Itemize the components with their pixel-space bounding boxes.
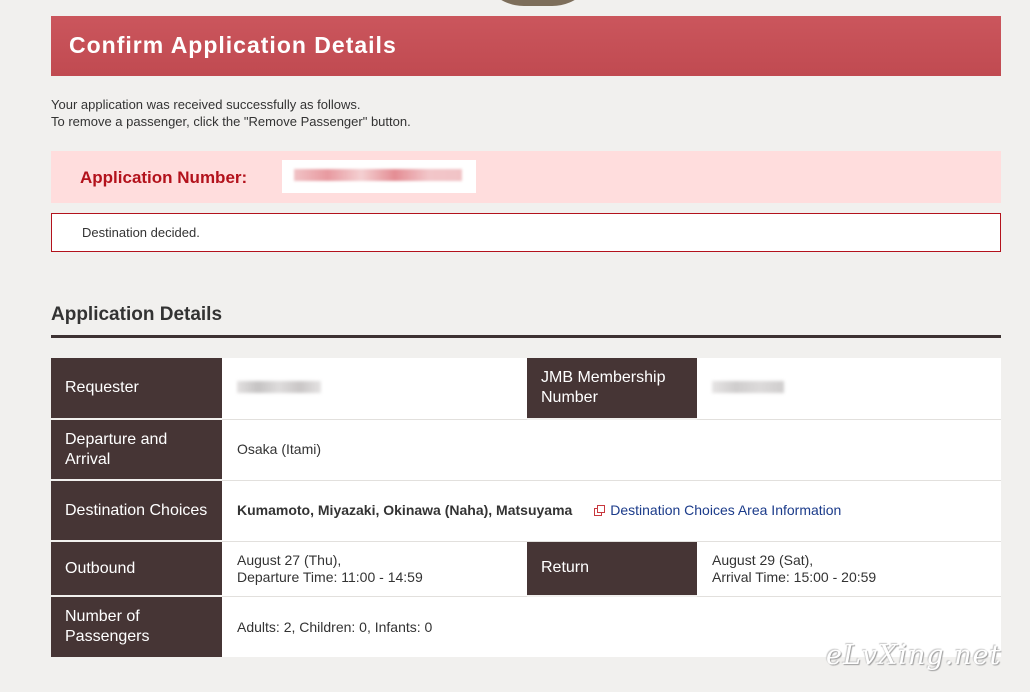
- section-divider: [51, 335, 1001, 338]
- jmb-membership-value: [697, 358, 1001, 420]
- passengers-label: Number of Passengers: [51, 596, 222, 657]
- table-row: Outbound August 27 (Thu), Departure Time…: [51, 541, 1001, 597]
- destination-list: Kumamoto, Miyazaki, Okinawa (Naha), Mats…: [237, 502, 573, 518]
- return-label: Return: [527, 541, 697, 597]
- outbound-date: August 27 (Thu),: [237, 551, 342, 568]
- external-link-icon: [594, 505, 606, 516]
- status-notice-text: Destination decided.: [82, 225, 200, 240]
- table-row: Destination Choices Kumamoto, Miyazaki, …: [51, 480, 1001, 542]
- outbound-label: Outbound: [51, 541, 222, 597]
- application-number-box: Application Number:: [51, 151, 1001, 203]
- outbound-time: Departure Time: 11:00 - 14:59: [237, 568, 423, 585]
- requester-label: Requester: [51, 358, 222, 420]
- page-title: Confirm Application Details: [69, 32, 397, 58]
- table-row: Requester JMB Membership Number: [51, 358, 1001, 420]
- departure-arrival-value: Osaka (Itami): [222, 419, 1001, 481]
- requester-value: [222, 358, 527, 420]
- return-date: August 29 (Sat),: [712, 551, 814, 568]
- application-number-redacted: [282, 160, 476, 193]
- jmb-membership-label: JMB Membership Number: [527, 358, 697, 420]
- jmb-membership-redacted: [712, 380, 784, 393]
- intro-text: Your application was received successful…: [51, 96, 411, 130]
- status-notice: Destination decided.: [51, 213, 1001, 252]
- watermark: eLvXing.net: [826, 640, 1002, 671]
- destination-area-info-link-text: Destination Choices Area Information: [610, 502, 842, 518]
- intro-line-2: To remove a passenger, click the "Remove…: [51, 114, 411, 129]
- destination-area-info-link[interactable]: Destination Choices Area Information: [594, 502, 841, 518]
- return-value: August 29 (Sat), Arrival Time: 15:00 - 2…: [697, 541, 1001, 597]
- intro-line-1: Your application was received successful…: [51, 97, 361, 112]
- page-header-banner: Confirm Application Details: [51, 16, 1001, 76]
- table-row: Departure and Arrival Osaka (Itami): [51, 419, 1001, 481]
- outbound-value: August 27 (Thu), Departure Time: 11:00 -…: [222, 541, 527, 597]
- departure-arrival-label: Departure and Arrival: [51, 419, 222, 481]
- top-decoration: [478, 0, 598, 6]
- requester-redacted: [237, 380, 321, 393]
- destination-choices-value: Kumamoto, Miyazaki, Okinawa (Naha), Mats…: [222, 480, 1001, 542]
- application-number-label: Application Number:: [80, 168, 248, 187]
- application-details-table: Requester JMB Membership Number Departur…: [51, 358, 1001, 657]
- section-title: Application Details: [51, 304, 223, 325]
- return-time: Arrival Time: 15:00 - 20:59: [712, 568, 877, 585]
- destination-choices-label: Destination Choices: [51, 480, 222, 542]
